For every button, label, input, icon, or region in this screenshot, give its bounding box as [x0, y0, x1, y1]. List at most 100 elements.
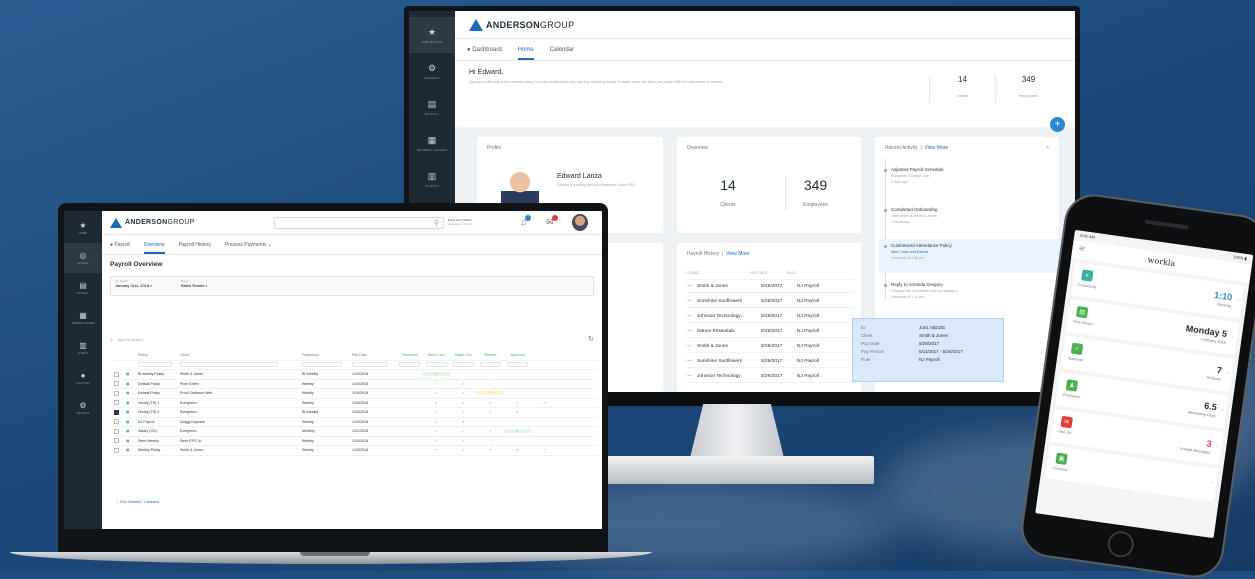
- activity-item[interactable]: Customized Attendance Policy Alert: Learn…: [891, 243, 1041, 261]
- tab-process-payments[interactable]: Process Payments ⌄: [225, 242, 272, 248]
- table-row[interactable]: ▦ Bi-weekly Policy Smith & Jones Bi-Weekly 1…: [114, 370, 598, 380]
- table-row[interactable]: ▦ Default Policy Proof Cadence Web Weekly 1/…: [114, 389, 598, 399]
- avatar[interactable]: [572, 214, 588, 231]
- column-header[interactable]: Review: [477, 353, 504, 357]
- row-checkbox[interactable]: [114, 419, 126, 425]
- sidebar-item-payroll[interactable]: ▤ PAYROLL: [409, 89, 455, 125]
- table-row[interactable]: — Smith & Jones 5/29/2017 NJ Payroll: [687, 280, 855, 293]
- column-header[interactable]: Batch Gen: [423, 353, 450, 357]
- dash-icon: —: [687, 358, 692, 364]
- table-row[interactable]: ▦ Semi Weekly Semi EFG Jo Weekly 1/15/2018 ✓ ✓…: [114, 437, 598, 446]
- table-row[interactable]: ▦ NJ Payroll Doggy Daycare Weekly 1/15/2018 ✓…: [114, 418, 598, 427]
- sidebar-icon: ▤: [427, 98, 437, 109]
- row-checkbox[interactable]: [114, 371, 126, 377]
- column-header[interactable]: Client: [180, 353, 302, 357]
- sidebar-item-general-ledger[interactable]: ▦ GENERAL LEDGER: [409, 125, 455, 161]
- sidebar-item-clients[interactable]: ▥ CLIENTS: [64, 333, 102, 363]
- row-checkbox[interactable]: [114, 438, 126, 444]
- row-checkbox[interactable]: [114, 409, 126, 415]
- column-filter-input[interactable]: [450, 361, 477, 368]
- brand-logo[interactable]: ANDERSONGROUP: [110, 217, 195, 228]
- menu-icon[interactable]: ≡: [1078, 244, 1086, 254]
- tab-payroll-history[interactable]: Payroll History: [179, 242, 211, 248]
- table-row[interactable]: — Nature Essentials 5/29/2017 NJ Payroll: [687, 325, 855, 338]
- table-row[interactable]: ▦ Default Policy Pixel Green Weekly 1/15/201…: [114, 380, 598, 389]
- column-filter-input[interactable]: [352, 361, 396, 368]
- search-input[interactable]: ⚲: [274, 217, 444, 229]
- tab-overview[interactable]: Overview: [143, 242, 165, 254]
- sidebar-item-payroll[interactable]: ▤ PAYROLL: [64, 273, 102, 303]
- table-row[interactable]: — Johnson Technology... 5/29/2017 NJ Payrol…: [687, 310, 855, 323]
- card-sub: February 2018: [1201, 337, 1227, 345]
- activity-item[interactable]: Adjusted Payroll Schedule Evergreen Count…: [891, 167, 1041, 185]
- status-filter[interactable]: Status Batch Roster ×: [181, 280, 208, 288]
- tooltip-row: Rule NJ Payroll: [861, 357, 995, 365]
- view-more-link[interactable]: View More: [925, 145, 949, 151]
- column-header[interactable]: Timesheet: [396, 353, 423, 357]
- header-stats: 14 clients 349 employees: [929, 75, 1061, 102]
- table-row[interactable]: ▦ Salary (CD) Evergreen Monthly 1/31/2018 ✓ ✓ ✓…: [114, 427, 598, 437]
- row-checkbox[interactable]: [114, 400, 126, 406]
- bell-icon[interactable]: ♫: [520, 215, 531, 227]
- add-button[interactable]: +: [1050, 117, 1065, 132]
- row-checkbox[interactable]: [114, 390, 126, 396]
- row-checkbox[interactable]: [114, 447, 126, 453]
- sidebar-item-dashboard[interactable]: ★ DASHBOARD: [409, 17, 455, 53]
- table-row[interactable]: — Johnson Technology 5/29/2017 NJ Payroll: [687, 370, 855, 383]
- column-filter-input[interactable]: [180, 361, 302, 368]
- user-info[interactable]: Ednd Lanz (EMP) Anderson / Payroll: [448, 218, 496, 226]
- greeting-panel: Hi Edward, Spring is officially a few we…: [455, 61, 1075, 127]
- row-checkbox[interactable]: [114, 428, 126, 434]
- column-header[interactable]: Batch Sub: [450, 353, 477, 357]
- tooltip-value: 5/11/2017 - 5/26/2017: [919, 349, 963, 354]
- status-cell: ◔: [543, 448, 546, 453]
- table-row[interactable]: ▦ Weekly Policy Smith & Jones Weekly 1/15/20…: [114, 446, 598, 456]
- table-row[interactable]: — Sunshine Sunflowers 5/29/2017 NJ Payroll: [687, 295, 855, 308]
- column-filter-input[interactable]: [477, 361, 504, 368]
- card-icon: ✓: [1070, 342, 1084, 356]
- sidebar-item-clients[interactable]: ▥ CLIENTS: [409, 161, 455, 197]
- tab-calendar[interactable]: Calendar: [550, 47, 574, 53]
- sidebar-item-home[interactable]: ★ HOME: [64, 213, 102, 243]
- mail-icon[interactable]: ✉: [546, 215, 558, 228]
- refresh-icon[interactable]: ↻: [588, 335, 594, 343]
- column-filter-input[interactable]: [423, 361, 450, 368]
- column-filter-input[interactable]: [504, 361, 531, 368]
- column-filter-input[interactable]: [138, 361, 180, 368]
- sidebar-item-general[interactable]: ◎ GENERAL: [64, 243, 102, 273]
- client-cell: Nature Essentials: [697, 328, 735, 334]
- sidebar-item-general[interactable]: ⚙ GENERAL: [409, 53, 455, 89]
- tab-dashboard[interactable]: ● Dashboard: [467, 47, 502, 53]
- sidebar-item-general-ledger[interactable]: ▦ GENERAL LEDGER: [64, 303, 102, 333]
- sidebar-item-analytics[interactable]: ● ANALYTICS: [64, 363, 102, 393]
- activity-item[interactable]: Completed Onboarding Jane Green in Smith …: [891, 207, 1041, 225]
- column-header[interactable]: Pay Date: [352, 353, 396, 357]
- column-header[interactable]: Frequency: [302, 353, 352, 357]
- sidebar-item-label: PAYROLL: [424, 111, 440, 116]
- tab-payroll[interactable]: ● Payroll: [110, 242, 130, 248]
- chevron-right-icon: ›: [1220, 407, 1224, 414]
- close-icon[interactable]: ×: [1046, 145, 1049, 151]
- sidebar-icon: ⚙: [79, 401, 87, 410]
- tab-home[interactable]: Home: [517, 47, 534, 60]
- table-search[interactable]: ⚲ Type to search ↻: [110, 333, 594, 345]
- sidebar-item-settings[interactable]: ⚙ SETTINGS: [64, 393, 102, 423]
- table-row[interactable]: ▦ Hourly (TS) 1 Evergreen Weekly 1/15/2018 ✓ ✓…: [114, 399, 598, 408]
- table-row[interactable]: ▦ Hourly (TS) 2 Evergreen Bi-Weekly 1/15/201…: [114, 408, 598, 418]
- row-checkbox[interactable]: [114, 381, 126, 387]
- column-filter-input[interactable]: [396, 361, 423, 368]
- column-filter-input[interactable]: [302, 361, 352, 368]
- payroll-table: Policy Client Frequency Pay Date Timesheet Ba…: [114, 351, 598, 456]
- activity-item[interactable]: Reply to Amanda Gregory Followed the extr…: [891, 282, 1041, 300]
- column-header[interactable]: Approval: [504, 353, 531, 357]
- client-cell: Smith & Jones: [180, 372, 204, 377]
- home-button[interactable]: [1106, 529, 1136, 559]
- column-header[interactable]: Policy: [138, 353, 180, 357]
- sidebar-item-label: HOME: [79, 232, 87, 235]
- brand-logo[interactable]: ANDERSONGROUP: [469, 18, 574, 31]
- timeline-dot: [884, 169, 887, 172]
- view-more-link[interactable]: View More: [726, 251, 750, 257]
- pay-period-filter[interactable]: Pay Period January 31st, 2018 ×: [115, 280, 152, 288]
- table-row[interactable]: — Sunshine Sunflowers 5/29/2017 NJ Payroll: [687, 355, 855, 368]
- table-row[interactable]: — Smith & Jones 5/29/2017 NJ Payroll: [687, 340, 855, 353]
